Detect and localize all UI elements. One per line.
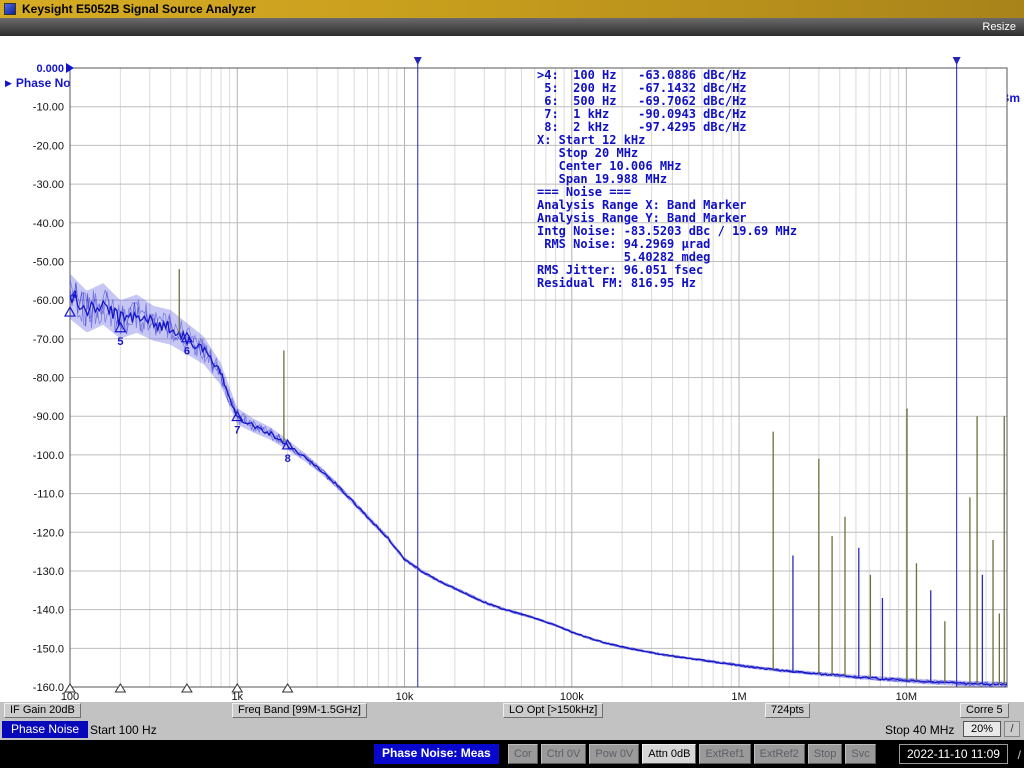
marker-readout: >4: 100 Hz -63.0886 dBc/Hz 5: 200 Hz -67… bbox=[537, 69, 797, 290]
phase-noise-plot[interactable]: 0.000 -10.00 -20.00 -30.00 -40.00 -50.00 -60.0… bbox=[0, 36, 1024, 702]
y-axis-label: -60.00 bbox=[33, 295, 64, 307]
marker-6-label: 6 bbox=[184, 346, 190, 358]
lo-opt-button[interactable]: LO Opt [>150kHz] bbox=[503, 703, 603, 718]
y-axis-label: -90.00 bbox=[33, 411, 64, 423]
status-ctrl-0v[interactable]: Ctrl 0V bbox=[541, 744, 587, 764]
status-extref1[interactable]: ExtRef1 bbox=[699, 744, 750, 764]
y-axis-label: -100.0 bbox=[33, 450, 64, 462]
x-axis-label: 10M bbox=[896, 691, 917, 702]
marker-4-label: 4 bbox=[71, 289, 78, 301]
resize-grip-icon[interactable]: / bbox=[1004, 721, 1020, 737]
status-cor[interactable]: Cor bbox=[508, 744, 538, 764]
band-line-marker-icon bbox=[953, 57, 961, 65]
trace-range-bar: Phase Noise Start 100 Hz Stop 40 MHz 20%… bbox=[0, 719, 1024, 740]
y-axis-label: 0.000 bbox=[36, 63, 64, 75]
x-axis-label: 1M bbox=[731, 691, 746, 702]
y-axis-label: -20.00 bbox=[33, 140, 64, 152]
y-axis-label: -150.0 bbox=[33, 643, 64, 655]
status-extref2[interactable]: ExtRef2 bbox=[754, 744, 805, 764]
stop-frequency: Stop 40 MHz bbox=[885, 723, 954, 737]
y-axis-label: -160.0 bbox=[33, 682, 64, 694]
y-axis-label: -30.00 bbox=[33, 179, 64, 191]
x-axis-label: 1k bbox=[231, 691, 243, 702]
x-axis-label: 100 bbox=[61, 691, 79, 702]
measurement-status[interactable]: Phase Noise: Meas bbox=[374, 744, 499, 764]
status-attn-0db[interactable]: Attn 0dB bbox=[642, 744, 696, 764]
if-gain-button[interactable]: IF Gain 20dB bbox=[4, 703, 81, 718]
band-line-marker-icon bbox=[414, 57, 422, 65]
marker-7-label: 7 bbox=[234, 425, 240, 437]
status-grip-icon: / bbox=[1018, 748, 1021, 762]
status-bar: Phase Noise: Meas CorCtrl 0VPow 0VAttn 0… bbox=[0, 740, 1024, 768]
start-frequency: Start 100 Hz bbox=[90, 723, 157, 737]
nop-points-button[interactable]: 724pts bbox=[765, 703, 810, 718]
y-axis-label: -130.0 bbox=[33, 566, 64, 578]
window-title: Keysight E5052B Signal Source Analyzer bbox=[22, 2, 256, 16]
menu-bar: Resize bbox=[0, 18, 1024, 36]
zoom-level[interactable]: 20% bbox=[963, 721, 1001, 737]
measurement-settings-bar: IF Gain 20dB Freq Band [99M-1.5GHz] LO Opt… bbox=[0, 702, 1024, 719]
resize-button[interactable]: Resize bbox=[982, 20, 1016, 34]
status-indicators: CorCtrl 0VPow 0VAttn 0dBExtRef1ExtRef2St… bbox=[508, 744, 876, 764]
x-axis-label: 100k bbox=[560, 691, 584, 702]
status-svc[interactable]: Svc bbox=[845, 744, 875, 764]
active-trace-tab[interactable]: Phase Noise bbox=[2, 721, 88, 738]
status-stop[interactable]: Stop bbox=[808, 744, 843, 764]
window-titlebar[interactable]: Keysight E5052B Signal Source Analyzer bbox=[0, 0, 1024, 18]
y-axis-label: -80.00 bbox=[33, 373, 64, 385]
y-axis-label: -140.0 bbox=[33, 605, 64, 617]
marker-5-label: 5 bbox=[117, 336, 123, 348]
datetime: 2022-11-10 11:09 bbox=[899, 744, 1008, 764]
marker-8-label: 8 bbox=[285, 453, 291, 465]
status-pow-0v[interactable]: Pow 0V bbox=[589, 744, 639, 764]
y-axis-label: -10.00 bbox=[33, 102, 64, 114]
readout-line: Residual FM: 816.95 Hz bbox=[537, 277, 797, 290]
y-axis-label: -110.0 bbox=[34, 489, 64, 501]
freq-band-button[interactable]: Freq Band [99M-1.5GHz] bbox=[232, 703, 367, 718]
correlation-button[interactable]: Corre 5 bbox=[960, 703, 1009, 718]
app-icon bbox=[4, 3, 16, 15]
y-axis-label: -40.00 bbox=[33, 218, 64, 230]
x-axis-label: 10k bbox=[396, 691, 414, 702]
y-axis-label: -50.00 bbox=[33, 256, 64, 268]
y-axis-label: -120.0 bbox=[33, 527, 64, 539]
y-axis-label: -70.00 bbox=[33, 334, 64, 346]
